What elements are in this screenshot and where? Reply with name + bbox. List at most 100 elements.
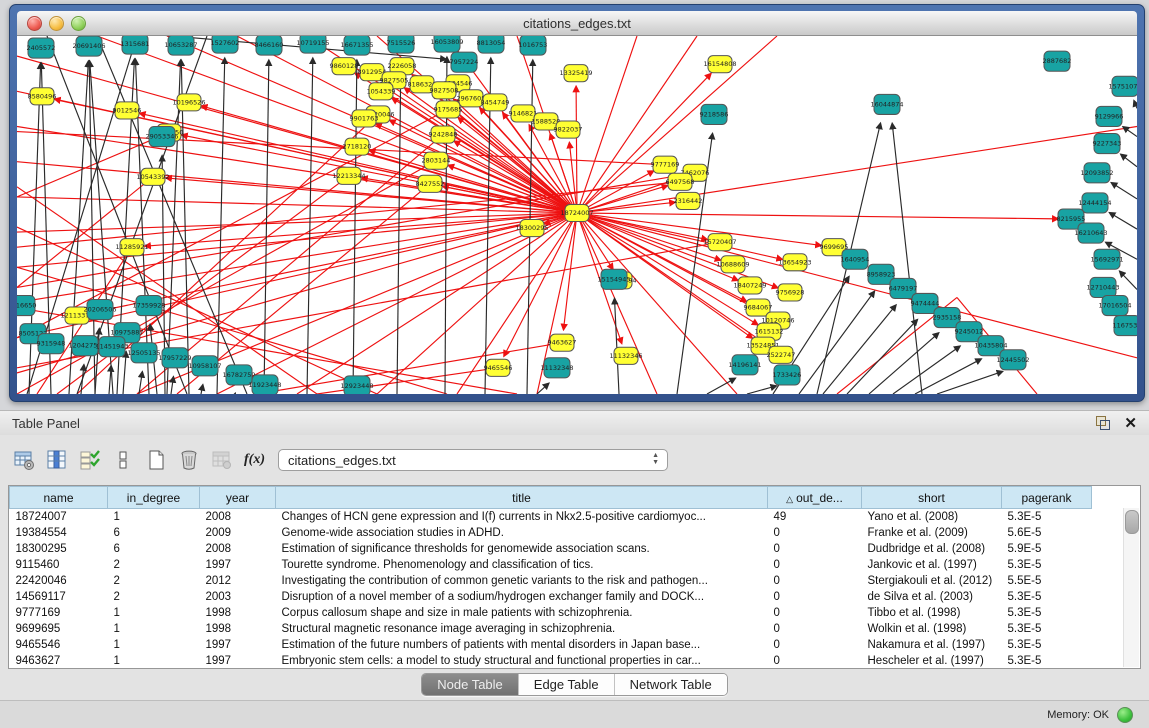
network-view-window[interactable]: citations_edges.txt 18724007986012889129… — [9, 4, 1145, 402]
network-node[interactable]: 1315681 — [121, 36, 150, 54]
network-canvas[interactable]: 1872400798601288912954222605898275051054… — [17, 36, 1137, 394]
network-node[interactable]: 9129966 — [1095, 106, 1124, 126]
table-row[interactable]: 977716911998Corpus callosum shape and si… — [10, 605, 1126, 621]
network-node[interactable]: 8466160 — [255, 36, 284, 55]
hide-column-icon[interactable] — [109, 447, 136, 474]
table-row[interactable]: 969969511998Structural magnetic resonanc… — [10, 621, 1126, 637]
network-node[interactable]: 15692971 — [1090, 249, 1123, 269]
table-row[interactable]: 946554611997Estimation of the future num… — [10, 637, 1126, 653]
network-node[interactable]: 9242848 — [429, 126, 458, 143]
network-node[interactable]: 12505135 — [127, 343, 160, 363]
network-node[interactable]: 12093852 — [1080, 163, 1113, 183]
column-header-short[interactable]: short — [862, 487, 1002, 509]
network-node[interactable]: 11132346 — [609, 347, 642, 364]
network-node[interactable]: 15751074 — [1108, 76, 1137, 96]
network-node[interactable]: 16210643 — [1074, 223, 1107, 243]
network-node[interactable]: 1640954 — [841, 249, 870, 269]
network-node[interactable]: 9218586 — [700, 104, 729, 124]
network-node[interactable]: 2887682 — [1043, 51, 1072, 71]
network-node[interactable]: 12710443 — [1086, 277, 1119, 297]
import-table-icon[interactable] — [208, 447, 235, 474]
column-header-year[interactable]: year — [200, 487, 276, 509]
network-node[interactable]: 1054339 — [367, 83, 396, 100]
network-node[interactable]: 10653287 — [164, 36, 197, 55]
network-node[interactable]: 9822037 — [554, 121, 583, 138]
network-node[interactable]: 11285921 — [115, 239, 148, 256]
network-node[interactable]: 10688609 — [716, 256, 749, 273]
function-builder-icon[interactable]: f(x) — [241, 447, 268, 474]
zoom-window-icon[interactable] — [71, 16, 86, 31]
network-node[interactable]: 9315948 — [37, 334, 66, 354]
table-row[interactable]: 2242004622012Investigating the contribut… — [10, 573, 1126, 589]
column-header-title[interactable]: title — [276, 487, 768, 509]
network-node[interactable]: 12923448 — [340, 376, 373, 394]
network-node[interactable]: 14196141 — [728, 355, 761, 375]
network-node[interactable]: 7957224 — [450, 52, 479, 72]
network-node[interactable]: 18300295 — [515, 220, 548, 237]
new-file-icon[interactable] — [142, 447, 169, 474]
network-node[interactable]: 18724007 — [560, 204, 593, 221]
table-row[interactable]: 946362711997Embryonic stem cells: a mode… — [10, 653, 1126, 669]
network-node[interactable]: 9827508 — [430, 82, 459, 99]
column-header-out_de[interactable]: △out_de... — [768, 487, 862, 509]
network-node[interactable]: 2803144 — [422, 152, 451, 169]
network-node[interactable]: 18407249 — [733, 277, 766, 294]
network-node[interactable]: 2718120 — [343, 138, 372, 155]
network-node[interactable]: 6497568 — [666, 173, 695, 190]
table-row[interactable]: 911546021997Tourette syndrome. Phenomeno… — [10, 557, 1126, 573]
table-selector-dropdown[interactable]: citations_edges.txt ▲▼ — [278, 449, 668, 471]
network-node[interactable]: 9860128 — [330, 58, 359, 75]
network-node[interactable]: 16671355 — [340, 36, 373, 55]
minimize-window-icon[interactable] — [49, 16, 64, 31]
float-panel-icon[interactable] — [1096, 416, 1110, 430]
network-node[interactable]: 17957229 — [158, 348, 191, 368]
network-node[interactable]: 13325419 — [559, 65, 592, 82]
network-node[interactable]: 9227343 — [1093, 134, 1122, 154]
close-window-icon[interactable] — [27, 16, 42, 31]
network-node[interactable]: 15720407 — [703, 234, 736, 251]
network-node[interactable]: 10196526 — [172, 94, 205, 111]
network-node[interactable]: 8813054 — [477, 36, 506, 53]
network-node[interactable]: 9463627 — [548, 334, 577, 351]
table-row[interactable]: 1830029562008Estimation of significance … — [10, 541, 1126, 557]
network-node[interactable]: 20206506 — [83, 299, 116, 319]
network-node[interactable]: 1167533 — [1113, 316, 1137, 336]
network-node[interactable]: 9175685 — [434, 101, 463, 118]
close-panel-icon[interactable]: ✕ — [1124, 416, 1137, 431]
network-node[interactable]: 9012546 — [113, 102, 142, 119]
network-node[interactable]: 9756928 — [776, 284, 805, 301]
network-node[interactable]: 2316442 — [674, 192, 703, 209]
network-node[interactable]: 8427552 — [416, 175, 445, 192]
network-node[interactable]: 20691406 — [72, 36, 105, 56]
network-node[interactable]: 1016753 — [519, 36, 548, 55]
network-node[interactable]: 1733426 — [773, 365, 802, 385]
table-scrollbar-thumb[interactable] — [1125, 510, 1139, 534]
table-scrollbar[interactable] — [1123, 508, 1139, 667]
table-row[interactable]: 1872400712008Changes of HCN gene express… — [10, 509, 1126, 526]
network-node[interactable]: 11451943 — [95, 337, 128, 357]
network-node[interactable]: 11923448 — [248, 375, 281, 394]
column-header-pagerank[interactable]: pagerank — [1002, 487, 1092, 509]
network-node[interactable]: 9777169 — [651, 156, 680, 173]
network-node[interactable]: 16154808 — [703, 56, 736, 73]
network-node[interactable]: 17016504 — [1098, 295, 1131, 315]
network-node[interactable]: 16053809 — [430, 36, 463, 52]
network-node[interactable]: 15154945 — [597, 269, 630, 289]
table-row[interactable]: 1456911722003Disruption of a novel membe… — [10, 589, 1126, 605]
toggle-column-icon[interactable] — [43, 447, 70, 474]
network-node[interactable]: 10543392 — [136, 168, 169, 185]
table-row[interactable]: 1938455462009Genome-wide association stu… — [10, 525, 1126, 541]
network-node[interactable]: 9901763 — [350, 110, 379, 127]
network-node[interactable]: 29053346 — [145, 127, 178, 147]
network-node[interactable]: 17359928 — [132, 295, 165, 315]
network-node[interactable]: 7515526 — [387, 36, 416, 53]
table-settings-icon[interactable] — [10, 447, 37, 474]
column-header-name[interactable]: name — [10, 487, 108, 509]
tab-edge-table[interactable]: Edge Table — [519, 674, 615, 695]
network-node[interactable]: 2522747 — [767, 346, 796, 363]
network-node[interactable]: 12213344 — [332, 167, 365, 184]
citation-network-graph[interactable]: 1872400798601288912954222605898275051054… — [17, 36, 1137, 394]
network-node[interactable]: 10958107 — [188, 356, 221, 376]
network-node[interactable]: 16044874 — [870, 94, 903, 114]
network-node[interactable]: 1527602 — [211, 36, 240, 53]
